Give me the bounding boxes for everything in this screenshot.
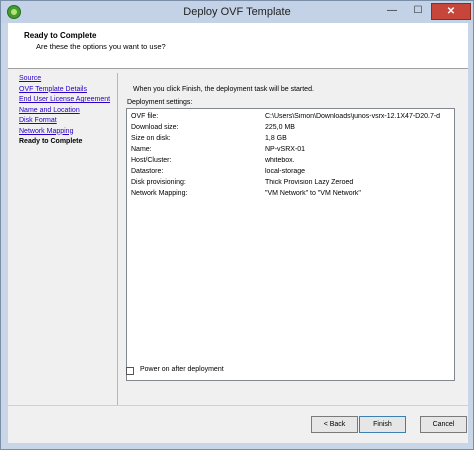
deploy-ovf-window: Deploy OVF Template — ☐ ✕ Ready to Compl…: [0, 0, 474, 450]
deployment-settings-label: Deployment settings:: [127, 99, 193, 106]
power-on-checkbox[interactable]: [126, 367, 134, 375]
nav-step-eula[interactable]: End User License Agreement: [19, 96, 123, 107]
back-button[interactable]: < Back: [311, 416, 358, 433]
setting-value: 1,8 GB: [265, 135, 287, 142]
footer-divider: [8, 405, 468, 406]
setting-key: Size on disk:: [131, 135, 171, 142]
setting-value: local-storage: [265, 168, 306, 175]
maximize-button[interactable]: ☐: [405, 3, 431, 20]
cancel-button[interactable]: Cancel: [420, 416, 467, 433]
finish-button[interactable]: Finish: [359, 416, 406, 433]
wizard-client-area: Ready to Complete Are these the options …: [8, 23, 468, 443]
setting-key: Host/Cluster:: [131, 157, 172, 164]
setting-key: Name:: [131, 146, 152, 153]
setting-value: NP-vSRX-01: [265, 146, 306, 153]
deployment-settings-list[interactable]: OVF file: C:\Users\Simon\Downloads\junos…: [126, 108, 455, 381]
finish-info-text: When you click Finish, the deployment ta…: [133, 86, 314, 93]
minimize-button[interactable]: —: [379, 3, 405, 20]
setting-value: "VM Network" to "VM Network": [265, 190, 361, 197]
close-button[interactable]: ✕: [431, 3, 471, 20]
step-subtitle: Are these the options you want to use?: [36, 42, 166, 51]
setting-key: Download size:: [131, 124, 179, 131]
wizard-steps-nav: Source OVF Template Details End User Lic…: [19, 75, 123, 149]
nav-step-name-and-location[interactable]: Name and Location: [19, 107, 123, 118]
nav-step-ready-to-complete: Ready to Complete: [19, 138, 83, 145]
setting-value: C:\Users\Simon\Downloads\junos-vsrx-12.1…: [265, 113, 441, 120]
wizard-header: Ready to Complete Are these the options …: [8, 23, 468, 69]
nav-step-ovf-template-details[interactable]: OVF Template Details: [19, 86, 123, 97]
setting-value: Thick Provision Lazy Zeroed: [265, 179, 354, 186]
title-bar[interactable]: Deploy OVF Template — ☐ ✕: [1, 1, 473, 23]
power-on-label: Power on after deployment: [140, 366, 224, 373]
nav-step-disk-format[interactable]: Disk Format: [19, 117, 123, 128]
setting-value: whitebox.: [265, 157, 295, 164]
step-title: Ready to Complete: [24, 31, 97, 40]
setting-key: OVF file:: [131, 113, 159, 120]
setting-key: Network Mapping:: [131, 190, 188, 197]
nav-step-network-mapping[interactable]: Network Mapping: [19, 128, 123, 139]
nav-divider: [117, 73, 118, 405]
setting-key: Disk provisioning:: [131, 179, 186, 186]
setting-key: Datastore:: [131, 168, 164, 175]
nav-step-source[interactable]: Source: [19, 75, 123, 86]
setting-value: 225,0 MB: [265, 124, 295, 131]
